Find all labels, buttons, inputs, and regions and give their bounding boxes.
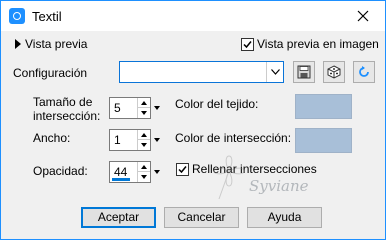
preview-toggle-label: Vista previa xyxy=(25,37,88,51)
reset-button[interactable] xyxy=(353,61,375,83)
size-value: 5 xyxy=(114,101,121,115)
chevron-down-icon xyxy=(153,106,160,110)
chevron-down-icon xyxy=(153,170,160,174)
config-label: Configuración xyxy=(13,66,88,80)
cancel-button[interactable]: Cancelar xyxy=(164,207,239,228)
width-decrement-button[interactable] xyxy=(138,140,150,150)
down-arrow-icon xyxy=(141,143,147,147)
accept-button[interactable]: Aceptar xyxy=(81,207,156,228)
opacity-dropdown-button[interactable] xyxy=(151,161,162,183)
chevron-down-icon xyxy=(153,138,160,142)
close-button[interactable] xyxy=(341,1,385,31)
config-combobox[interactable] xyxy=(119,61,284,83)
save-preset-button[interactable] xyxy=(293,61,315,83)
window-title: Textil xyxy=(32,9,62,24)
opacity-increment-button[interactable] xyxy=(138,162,150,172)
width-increment-button[interactable] xyxy=(138,130,150,140)
save-icon xyxy=(297,65,311,79)
expand-triangle-icon xyxy=(15,39,21,49)
combo-dropdown-button[interactable] xyxy=(266,62,283,82)
up-arrow-icon xyxy=(141,132,147,137)
width-dropdown-button[interactable] xyxy=(151,129,162,151)
size-label-line2: intersección: xyxy=(33,109,101,123)
size-dropdown-button[interactable] xyxy=(151,97,162,119)
up-arrow-icon xyxy=(141,100,147,105)
opacity-decrement-button[interactable] xyxy=(138,172,150,182)
size-label-line1: Tamaño de xyxy=(33,95,93,109)
fill-intersections-checkbox[interactable] xyxy=(176,163,189,176)
width-spinner[interactable]: 1 xyxy=(109,129,151,151)
opacity-level-bar xyxy=(112,178,130,181)
width-label: Ancho: xyxy=(33,131,71,145)
reset-icon xyxy=(359,66,369,77)
size-spinner[interactable]: 5 xyxy=(109,97,151,119)
fabric-color-swatch[interactable] xyxy=(295,94,352,119)
preview-toggle[interactable]: Vista previa xyxy=(15,37,87,51)
checkmark-icon xyxy=(178,166,187,174)
size-decrement-button[interactable] xyxy=(138,108,150,118)
width-value: 1 xyxy=(114,133,121,147)
app-icon xyxy=(9,8,25,24)
up-arrow-icon xyxy=(141,164,147,169)
opacity-value: 44 xyxy=(114,165,128,179)
chevron-down-icon xyxy=(270,69,280,75)
watermark-text: Syviane xyxy=(249,177,309,195)
dialog-window: Textil Vista previa Vista previa en imag… xyxy=(0,0,386,240)
size-increment-button[interactable] xyxy=(138,98,150,108)
randomize-button[interactable] xyxy=(323,61,345,83)
down-arrow-icon xyxy=(141,175,147,179)
close-icon xyxy=(357,10,369,22)
randomize-dice-icon xyxy=(327,65,341,79)
help-button[interactable]: Ayuda xyxy=(247,207,322,228)
intersection-color-swatch[interactable] xyxy=(295,128,352,153)
down-arrow-icon xyxy=(141,111,147,115)
image-preview-checkbox[interactable] xyxy=(241,38,254,51)
title-bar: Textil xyxy=(1,1,385,31)
opacity-spinner[interactable]: 44 xyxy=(109,161,151,183)
opacity-label: Opacidad: xyxy=(33,164,88,178)
fabric-color-label: Color del tejido: xyxy=(175,97,259,111)
checkmark-icon xyxy=(243,41,252,49)
image-preview-label: Vista previa en imagen xyxy=(257,37,379,51)
